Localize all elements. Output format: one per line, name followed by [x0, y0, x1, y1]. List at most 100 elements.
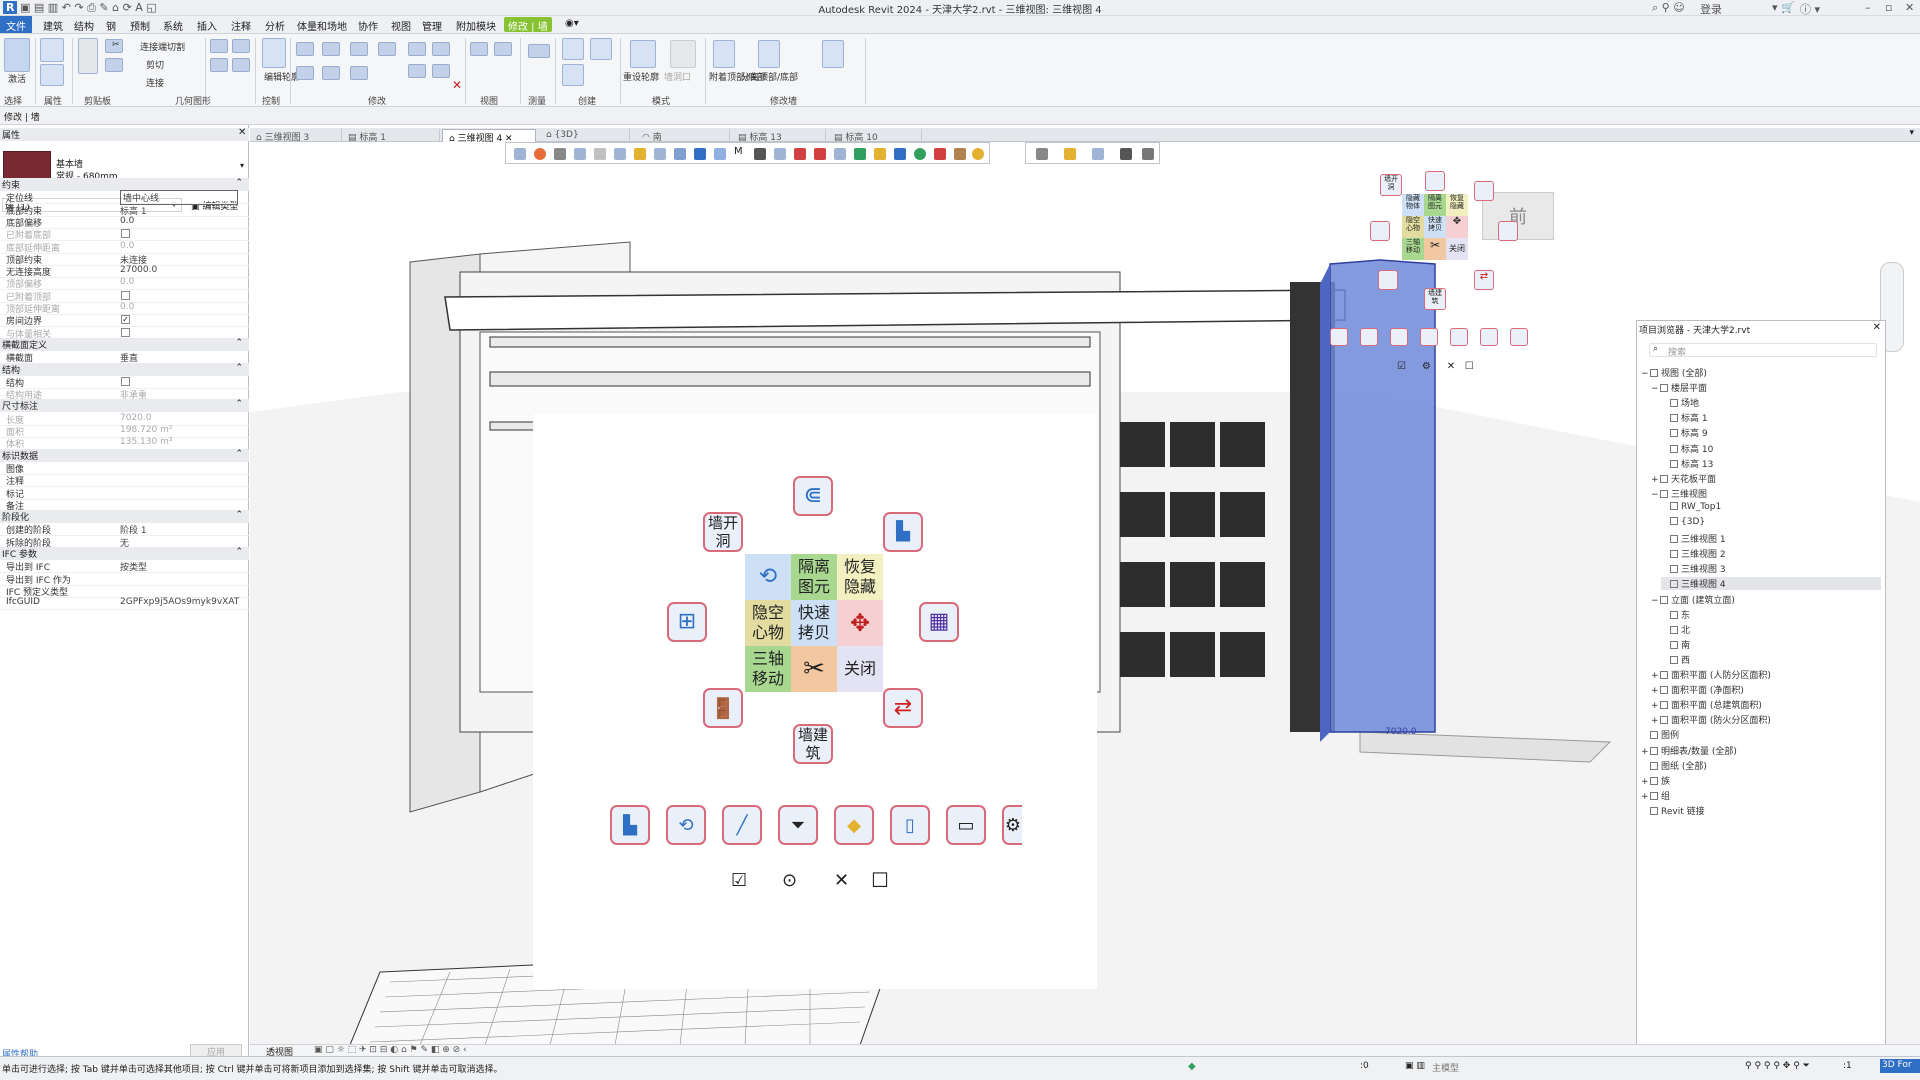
mini-gear-icon[interactable]: ⚙	[1422, 361, 1431, 372]
mini-right-button[interactable]	[1498, 221, 1518, 241]
browser-tree-item[interactable]: 三维视图 2	[1661, 547, 1726, 560]
maximize-button[interactable]: ▫	[1885, 1, 1892, 14]
mini-close[interactable]: 关闭	[1446, 238, 1468, 260]
radial-triaxial-cell[interactable]: 三轴 移动	[745, 646, 791, 692]
view-tool-2-icon[interactable]	[534, 148, 546, 160]
browser-tree-item[interactable]: 西	[1661, 653, 1690, 666]
rotate-icon[interactable]	[350, 66, 368, 80]
clipboard-cut-icon[interactable]	[105, 58, 123, 72]
mini-cut-icon[interactable]: ✂	[1424, 238, 1446, 260]
expand-icon[interactable]: +	[1641, 747, 1650, 757]
collapse-icon[interactable]: ⌃	[235, 399, 243, 409]
property-section[interactable]: IFC 参数 ⌃	[0, 547, 249, 560]
properties-close-icon[interactable]: ✕	[238, 127, 246, 138]
view-tool-edit-icon[interactable]	[1120, 148, 1132, 160]
edit-profile-button[interactable]	[630, 40, 656, 68]
property-checkbox[interactable]	[121, 376, 130, 386]
create-parts-button[interactable]	[562, 64, 584, 86]
expand-icon[interactable]: +	[1651, 701, 1660, 711]
browser-tree-item[interactable]: + 面积平面 (净面积)	[1651, 683, 1744, 696]
geometry-icon-4[interactable]	[232, 58, 250, 72]
collapse-icon[interactable]: ⌃	[235, 363, 243, 373]
modify-tool-button[interactable]	[4, 38, 30, 72]
mini-door-button[interactable]	[1378, 270, 1398, 290]
menu-precast[interactable]: 预制	[130, 18, 150, 33]
radial-close-cell[interactable]: 关闭	[837, 646, 883, 692]
expand-icon[interactable]: +	[1651, 716, 1660, 726]
collapse-icon[interactable]: −	[1641, 369, 1650, 379]
collapse-icon[interactable]: −	[1651, 490, 1660, 500]
radial-tool-gear-button[interactable]: ⚙	[1002, 805, 1022, 845]
cart-icon[interactable]: ▾ 🛒	[1772, 1, 1795, 14]
offset-icon[interactable]	[322, 42, 340, 56]
view-tool-pen-icon[interactable]	[1142, 148, 1154, 160]
radial-move-cell[interactable]: ✥	[837, 600, 883, 646]
property-checkbox[interactable]	[121, 290, 130, 300]
property-section[interactable]: 尺寸标注 ⌃	[0, 399, 249, 413]
browser-tree-item[interactable]: − 楼层平面	[1651, 381, 1707, 394]
radial-tool-rectangle-button[interactable]: ▭	[946, 805, 986, 845]
delete-icon[interactable]: ✕	[452, 78, 462, 92]
split-icon[interactable]	[408, 64, 426, 78]
radial-tool-diamond-button[interactable]: ◆	[834, 805, 874, 845]
browser-search[interactable]: ⌕ 搜索	[1649, 343, 1877, 358]
selection-icons[interactable]: ⚲ ⚲ ⚲ ⚲ ✥ ⚲ ⏷	[1745, 1061, 1810, 1071]
menu-collaborate[interactable]: 协作	[358, 18, 378, 33]
browser-tree-item[interactable]: − 三维视图	[1651, 487, 1707, 500]
view-tool-1-icon[interactable]	[514, 148, 526, 160]
browser-tree-item[interactable]: + 天花板平面	[1651, 472, 1716, 485]
browser-tree-item[interactable]: 标高 1	[1661, 411, 1708, 424]
view-tool-11-icon[interactable]	[714, 148, 726, 160]
collapse-icon[interactable]: ⌃	[235, 178, 243, 188]
browser-tree-item[interactable]: 标高 9	[1661, 426, 1708, 439]
login-link[interactable]: 登录	[1700, 1, 1722, 17]
browser-tree-item[interactable]: {3D}	[1661, 517, 1705, 527]
browser-tree-item[interactable]: Revit 链接	[1641, 804, 1705, 817]
create-similar-button[interactable]	[590, 38, 612, 60]
mini-hollow[interactable]: 隐空 心物	[1402, 216, 1424, 238]
mini-tool-5[interactable]	[1450, 328, 1468, 346]
detach-top-base-button[interactable]	[822, 40, 844, 68]
mini-tool-1[interactable]	[1330, 328, 1348, 346]
mini-triaxial[interactable]: 三轴 移动	[1402, 238, 1424, 260]
type-selector-chevron-icon[interactable]: ▾	[240, 161, 244, 170]
menu-file[interactable]: 文件	[0, 16, 32, 33]
view-tool-16-icon[interactable]	[814, 148, 826, 160]
tab-level-1[interactable]: ▤ 标高 1	[342, 129, 440, 143]
menu-addins[interactable]: 附加模块	[456, 18, 496, 33]
radial-restore-cell[interactable]: 恢复 隐藏	[837, 554, 883, 600]
radial-tool-column-button[interactable]: ▯	[890, 805, 930, 845]
view-tool-section-icon[interactable]	[1092, 148, 1104, 160]
browser-tree-item[interactable]: + 组	[1641, 789, 1670, 802]
browser-tree-item[interactable]: RW_Top1	[1661, 501, 1721, 512]
array-icon[interactable]	[432, 42, 450, 56]
join-cut-label[interactable]: 连接端切割	[140, 40, 185, 53]
geometry-icon-3[interactable]	[232, 39, 250, 53]
view-tool-m-icon[interactable]: M	[734, 146, 746, 158]
target-icon[interactable]: ⊙	[782, 870, 797, 891]
main-model-label[interactable]: 主模型	[1432, 1061, 1459, 1074]
help-icon[interactable]: ⓘ ▾	[1800, 1, 1820, 17]
view-pin-icon[interactable]	[470, 42, 488, 56]
menu-manage[interactable]: 管理	[422, 18, 442, 33]
expand-icon[interactable]: +	[1651, 686, 1660, 696]
cut-label[interactable]: 剪切	[146, 58, 164, 71]
design-options-icon[interactable]: ▣ ▥	[1405, 1061, 1425, 1071]
expand-icon[interactable]: +	[1651, 475, 1660, 485]
menu-extra-icon[interactable]: ◉▾	[565, 18, 579, 29]
property-value[interactable]: 27000.0	[120, 265, 157, 275]
geometry-icon[interactable]	[210, 39, 228, 53]
view-tool-23-icon[interactable]	[954, 148, 966, 160]
copy-icon[interactable]	[322, 66, 340, 80]
attach-top-base-button[interactable]	[758, 40, 780, 68]
collapse-icon[interactable]: −	[1651, 596, 1660, 606]
browser-tree-item[interactable]: 东	[1661, 608, 1690, 621]
dimension-label[interactable]: 7020.0	[1385, 727, 1417, 737]
browser-tree-item[interactable]: 南	[1661, 638, 1690, 651]
view-tool-6-icon[interactable]	[614, 148, 626, 160]
view-tool-layers-icon[interactable]	[1036, 148, 1048, 160]
tab-level-10[interactable]: ▤ 标高 10	[828, 129, 922, 143]
mini-restore[interactable]: 恢复 隐藏	[1446, 194, 1468, 216]
view-control-icons[interactable]: ▣ ▢ ☼ ⬚ ✈ ⊡ ⊟ ◐ ⌂ ⚑ ✎ ◧ ⊕ ⊘ ‹	[314, 1045, 467, 1055]
mini-square-icon[interactable]: ☐	[1465, 361, 1474, 372]
